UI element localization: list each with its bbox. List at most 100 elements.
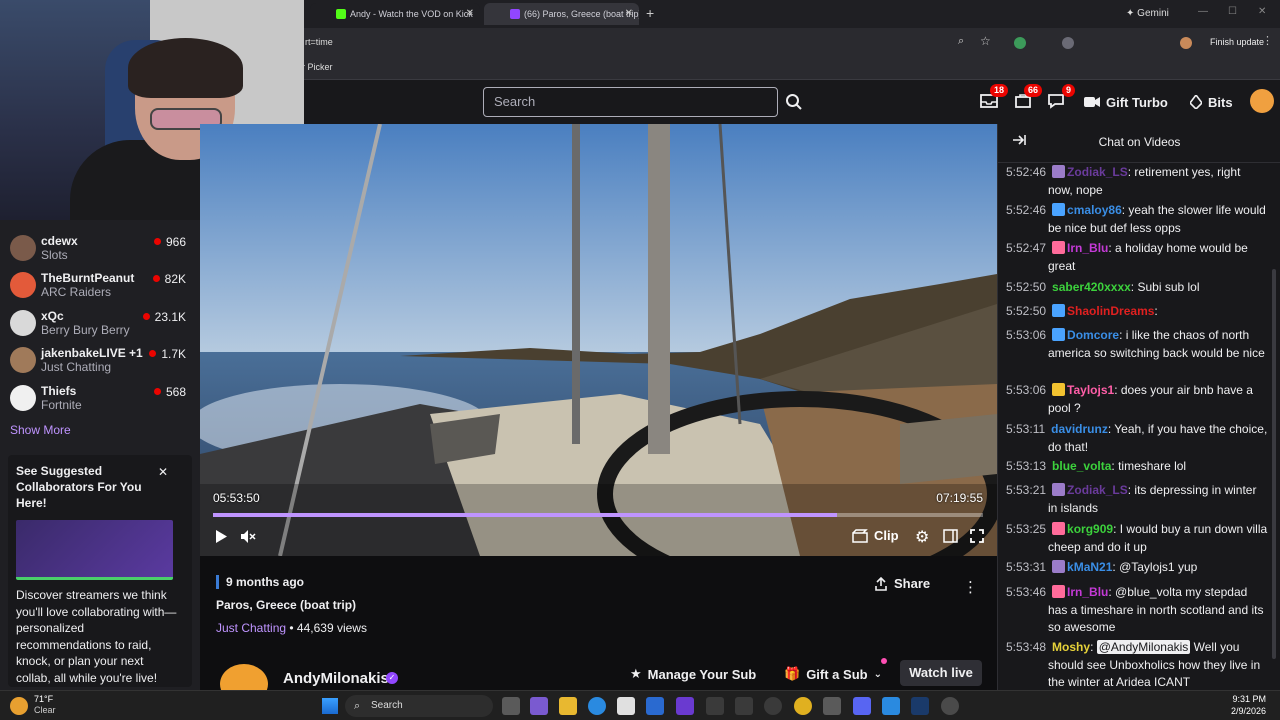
gift-icon: 🎁	[784, 666, 801, 681]
copilot-icon[interactable]	[530, 697, 548, 715]
search-button[interactable]	[780, 87, 808, 117]
fullscreen-icon[interactable]	[970, 529, 984, 543]
chat-username[interactable]: Zodiak_LS	[1067, 483, 1128, 497]
chat-username[interactable]: saber420xxxx	[1052, 280, 1131, 294]
sidebar-channel[interactable]: Thiefs Fortnite 568	[8, 381, 198, 418]
chat-mention[interactable]: @AndyMilonakis	[1096, 640, 1191, 654]
channel-game: Berry Bury Berry	[41, 323, 130, 337]
close-window-icon[interactable]: ✕	[1258, 6, 1266, 17]
app-icon[interactable]	[676, 697, 694, 715]
steam-icon[interactable]	[911, 697, 929, 715]
chat-username[interactable]: Zodiak_LS	[1067, 165, 1128, 179]
windows-start-icon[interactable]	[322, 698, 338, 714]
watch-live-button[interactable]: Watch live	[900, 660, 982, 686]
store-icon[interactable]	[617, 697, 635, 715]
chat-username[interactable]: blue_volta	[1052, 459, 1111, 473]
maximize-icon[interactable]: ☐	[1228, 6, 1237, 17]
chat-timestamp: 5:53:21	[1006, 483, 1047, 497]
chat-timestamp: 5:52:50	[1006, 280, 1047, 294]
star-icon[interactable]: ☆	[980, 34, 991, 48]
more-options-icon[interactable]: ⋮	[963, 578, 978, 596]
bookmark-item[interactable]: r Picker	[302, 62, 333, 72]
play-icon[interactable]	[214, 529, 228, 544]
discord-icon[interactable]	[853, 697, 871, 715]
url-field[interactable]: rt=time	[305, 37, 333, 47]
chat-username[interactable]: Irn_Blu	[1067, 241, 1108, 255]
chat-badge-icon	[1052, 483, 1066, 496]
terminal-icon[interactable]	[706, 697, 724, 715]
viewer-count: 568	[154, 385, 186, 399]
clip-button[interactable]: Clip	[852, 528, 899, 543]
channel-name[interactable]: AndyMilonakis	[283, 670, 389, 687]
sidebar-channel[interactable]: cdewx Slots 966	[8, 231, 198, 268]
mute-icon[interactable]	[240, 529, 256, 544]
search-input[interactable]: Search	[483, 87, 778, 117]
extension-icon[interactable]	[1062, 37, 1074, 49]
video-player[interactable]: 05:53:50 07:19:55 Clip ⚙	[200, 124, 997, 556]
task-view-icon[interactable]	[502, 697, 520, 715]
chat-username[interactable]: davidrunz	[1051, 422, 1108, 436]
chat-username[interactable]: korg909	[1067, 522, 1113, 536]
minimize-icon[interactable]: —	[1198, 6, 1208, 17]
chat-username[interactable]: Domcore	[1067, 328, 1119, 342]
extension-icon[interactable]	[1014, 37, 1026, 49]
chat-username[interactable]: Moshy	[1052, 640, 1090, 654]
theatre-mode-icon[interactable]	[943, 529, 958, 543]
view-count: • 44,639 views	[286, 621, 367, 635]
close-icon[interactable]: ✕	[466, 3, 474, 25]
chat-panel: Chat on Videos 5:52:46 Zodiak_LS: retirem…	[997, 124, 1280, 690]
weather-icon[interactable]	[10, 697, 28, 715]
app-icon[interactable]	[882, 697, 900, 715]
kebab-menu-icon[interactable]: ⋮	[1262, 34, 1273, 47]
chrome-icon[interactable]	[794, 697, 812, 715]
manage-sub-button[interactable]: ★ Manage Your Sub	[630, 662, 756, 686]
profile-avatar[interactable]	[1180, 37, 1192, 49]
bits-button[interactable]: Bits	[1190, 92, 1233, 112]
app-icon[interactable]	[764, 697, 782, 715]
settings-gear-icon[interactable]: ⚙	[915, 527, 929, 547]
edge-icon[interactable]	[588, 697, 606, 715]
app-icon[interactable]	[735, 697, 753, 715]
chat-badge-icon	[1052, 203, 1066, 216]
chat-timestamp: 5:53:31	[1006, 560, 1047, 574]
user-avatar[interactable]	[1250, 89, 1274, 113]
outlook-icon[interactable]	[646, 697, 664, 715]
gift-turbo-button[interactable]: Gift Turbo	[1084, 92, 1168, 112]
chat-username[interactable]: Irn_Blu	[1067, 585, 1108, 599]
gift-sub-button[interactable]: 🎁 Gift a Sub ⌄	[784, 662, 882, 686]
finish-update-button[interactable]: Finish update	[1210, 37, 1264, 47]
chat-timestamp: 5:53:46	[1006, 585, 1047, 599]
chat-message: 5:53:48 Moshy: @AndyMilonakis Well you sh…	[1006, 639, 1268, 692]
chat-username[interactable]: Taylojs1	[1067, 383, 1114, 397]
tab-twitch[interactable]: (66) Paros, Greece (boat trip) - ✕	[484, 3, 639, 25]
seek-bar[interactable]	[213, 513, 983, 517]
chat-text: : @Taylojs1 yup	[1112, 560, 1198, 574]
zoom-icon[interactable]: ⌕	[958, 35, 964, 48]
share-button[interactable]: Share	[874, 576, 930, 591]
settings-icon[interactable]	[823, 697, 841, 715]
category-link[interactable]: Just Chatting	[216, 621, 286, 635]
close-icon[interactable]: ✕	[158, 465, 168, 479]
sidebar-channel[interactable]: xQc Berry Bury Berry 23.1K	[8, 306, 198, 343]
sidebar-channel[interactable]: TheBurntPeanut ARC Raiders 82K	[8, 268, 198, 305]
chat-timestamp: 5:52:46	[1006, 203, 1047, 217]
obs-icon[interactable]	[941, 697, 959, 715]
new-tab-icon[interactable]: +	[646, 5, 654, 21]
inbox-button[interactable]: 18	[978, 84, 1008, 112]
show-more-link[interactable]: Show More	[10, 423, 71, 437]
sidebar-channel[interactable]: jakenbakeLIVE +1 Just Chatting 1.7K	[8, 343, 198, 380]
chat-username[interactable]: cmaloy86	[1067, 203, 1122, 217]
chat-scrollbar[interactable]	[1272, 269, 1276, 659]
chat-username[interactable]: kMaN21	[1067, 560, 1112, 574]
whispers-button[interactable]: 9	[1045, 84, 1075, 112]
close-icon[interactable]: ✕	[625, 3, 633, 25]
suggest-title: See Suggested Collaborators For You Here…	[16, 464, 142, 510]
chat-username[interactable]: ShaolinDreams	[1067, 304, 1154, 318]
gemini-button[interactable]: ✦ Gemini	[1126, 8, 1169, 19]
notifications-button[interactable]: 66	[1012, 84, 1042, 112]
taskbar-search[interactable]: ⌕ Search	[345, 695, 493, 717]
chat-timestamp: 5:52:50	[1006, 304, 1047, 318]
file-explorer-icon[interactable]	[559, 697, 577, 715]
tab-kick[interactable]: Andy - Watch the VOD on Kick ✕	[310, 3, 480, 25]
channel-name: cdewx	[41, 234, 78, 248]
